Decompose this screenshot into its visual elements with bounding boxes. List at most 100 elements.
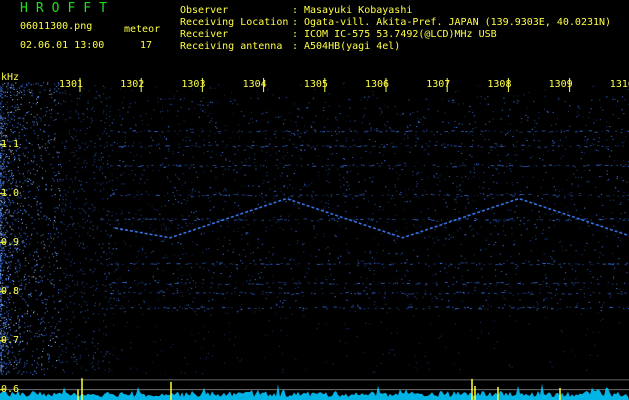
streak-pixel [379, 218, 381, 220]
noise-pixel [509, 109, 511, 111]
noise-pixel [496, 182, 498, 184]
noise-pixel [291, 133, 293, 135]
noise-pixel [223, 236, 226, 238]
noise-pixel [39, 84, 41, 87]
noise-pixel [106, 253, 108, 255]
streak-pixel [469, 146, 473, 148]
noise-pixel [581, 151, 583, 153]
streak-pixel [465, 218, 469, 220]
noise-pixel [100, 101, 102, 103]
streak-pixel [334, 131, 337, 133]
noise-pixel [12, 84, 14, 87]
noise-pixel [65, 228, 67, 230]
noise-pixel [373, 258, 376, 260]
streak-pixel [619, 218, 621, 220]
streak-pixel [333, 306, 337, 308]
streak-pixel [425, 263, 427, 265]
noise-pixel [371, 218, 373, 220]
streak-pixel [522, 292, 526, 294]
noise-pixel [39, 166, 41, 168]
streak-pixel [445, 293, 447, 295]
noise-pixel [9, 268, 11, 270]
noise-pixel [84, 211, 86, 213]
noise-pixel [477, 195, 479, 197]
noise-pixel [0, 224, 2, 226]
noise-pixel [133, 142, 135, 144]
noise-pixel [280, 115, 282, 117]
noise-pixel [365, 287, 367, 289]
noise-pixel [105, 290, 107, 293]
noise-pixel [233, 169, 235, 171]
noise-pixel [609, 296, 612, 298]
noise-pixel [160, 240, 162, 242]
noise-pixel [19, 262, 21, 264]
streak-pixel [469, 308, 473, 310]
noise-pixel [534, 223, 536, 225]
streak-pixel [339, 166, 344, 168]
noise-pixel [14, 210, 16, 212]
noise-pixel [211, 355, 213, 357]
noise-pixel [323, 126, 326, 128]
noise-pixel [487, 103, 489, 105]
noise-pixel [24, 274, 26, 276]
noise-pixel [52, 365, 54, 367]
noise-pixel [429, 140, 431, 142]
noise-pixel [314, 147, 316, 149]
noise-pixel [5, 126, 8, 128]
noise-pixel [19, 333, 21, 335]
streak-pixel [166, 307, 169, 309]
streak-pixel [530, 293, 534, 295]
noise-pixel [383, 145, 385, 147]
noise-pixel [18, 158, 20, 160]
noise-pixel [20, 97, 22, 99]
streak-pixel [589, 307, 592, 309]
noise-pixel [39, 334, 41, 336]
noise-pixel [33, 150, 35, 152]
noise-pixel [509, 162, 511, 164]
noise-pixel [80, 121, 82, 123]
streak-pixel [356, 165, 358, 167]
noise-pixel [591, 99, 593, 101]
noise-pixel [40, 211, 42, 213]
noise-pixel [66, 319, 68, 321]
noise-pixel [152, 230, 154, 232]
streak-pixel [225, 194, 227, 196]
noise-pixel [62, 202, 64, 204]
noise-pixel [275, 137, 277, 139]
streak-pixel [237, 145, 241, 147]
streak-pixel [391, 263, 394, 265]
noise-pixel [9, 281, 11, 283]
streak-pixel [136, 262, 138, 264]
noise-pixel [454, 120, 456, 122]
noise-pixel [31, 144, 33, 146]
streak-pixel [201, 131, 203, 133]
streak-pixel [600, 219, 604, 221]
noise-pixel [106, 214, 108, 216]
noise-pixel [344, 178, 346, 180]
streak-pixel [345, 292, 349, 294]
streak-pixel [316, 263, 321, 265]
noise-pixel [17, 218, 19, 220]
noise-pixel [0, 208, 2, 210]
noise-pixel [6, 96, 8, 98]
noise-pixel [623, 160, 625, 162]
noise-pixel [195, 286, 197, 288]
noise-pixel [415, 141, 417, 143]
noise-pixel [406, 259, 408, 261]
noise-pixel [195, 371, 197, 373]
noise-pixel [337, 119, 339, 121]
streak-pixel [322, 145, 324, 147]
streak-pixel [314, 194, 319, 196]
noise-pixel [0, 109, 2, 111]
noise-pixel [35, 265, 37, 267]
noise-pixel [598, 137, 600, 139]
noise-pixel [83, 286, 85, 288]
noise-pixel [61, 343, 63, 345]
noise-pixel [47, 238, 49, 240]
streak-pixel [452, 283, 455, 285]
noise-pixel [196, 244, 198, 246]
noise-pixel [7, 266, 9, 268]
noise-pixel [172, 242, 174, 244]
streak-pixel [542, 306, 546, 308]
streak-pixel [261, 219, 264, 221]
